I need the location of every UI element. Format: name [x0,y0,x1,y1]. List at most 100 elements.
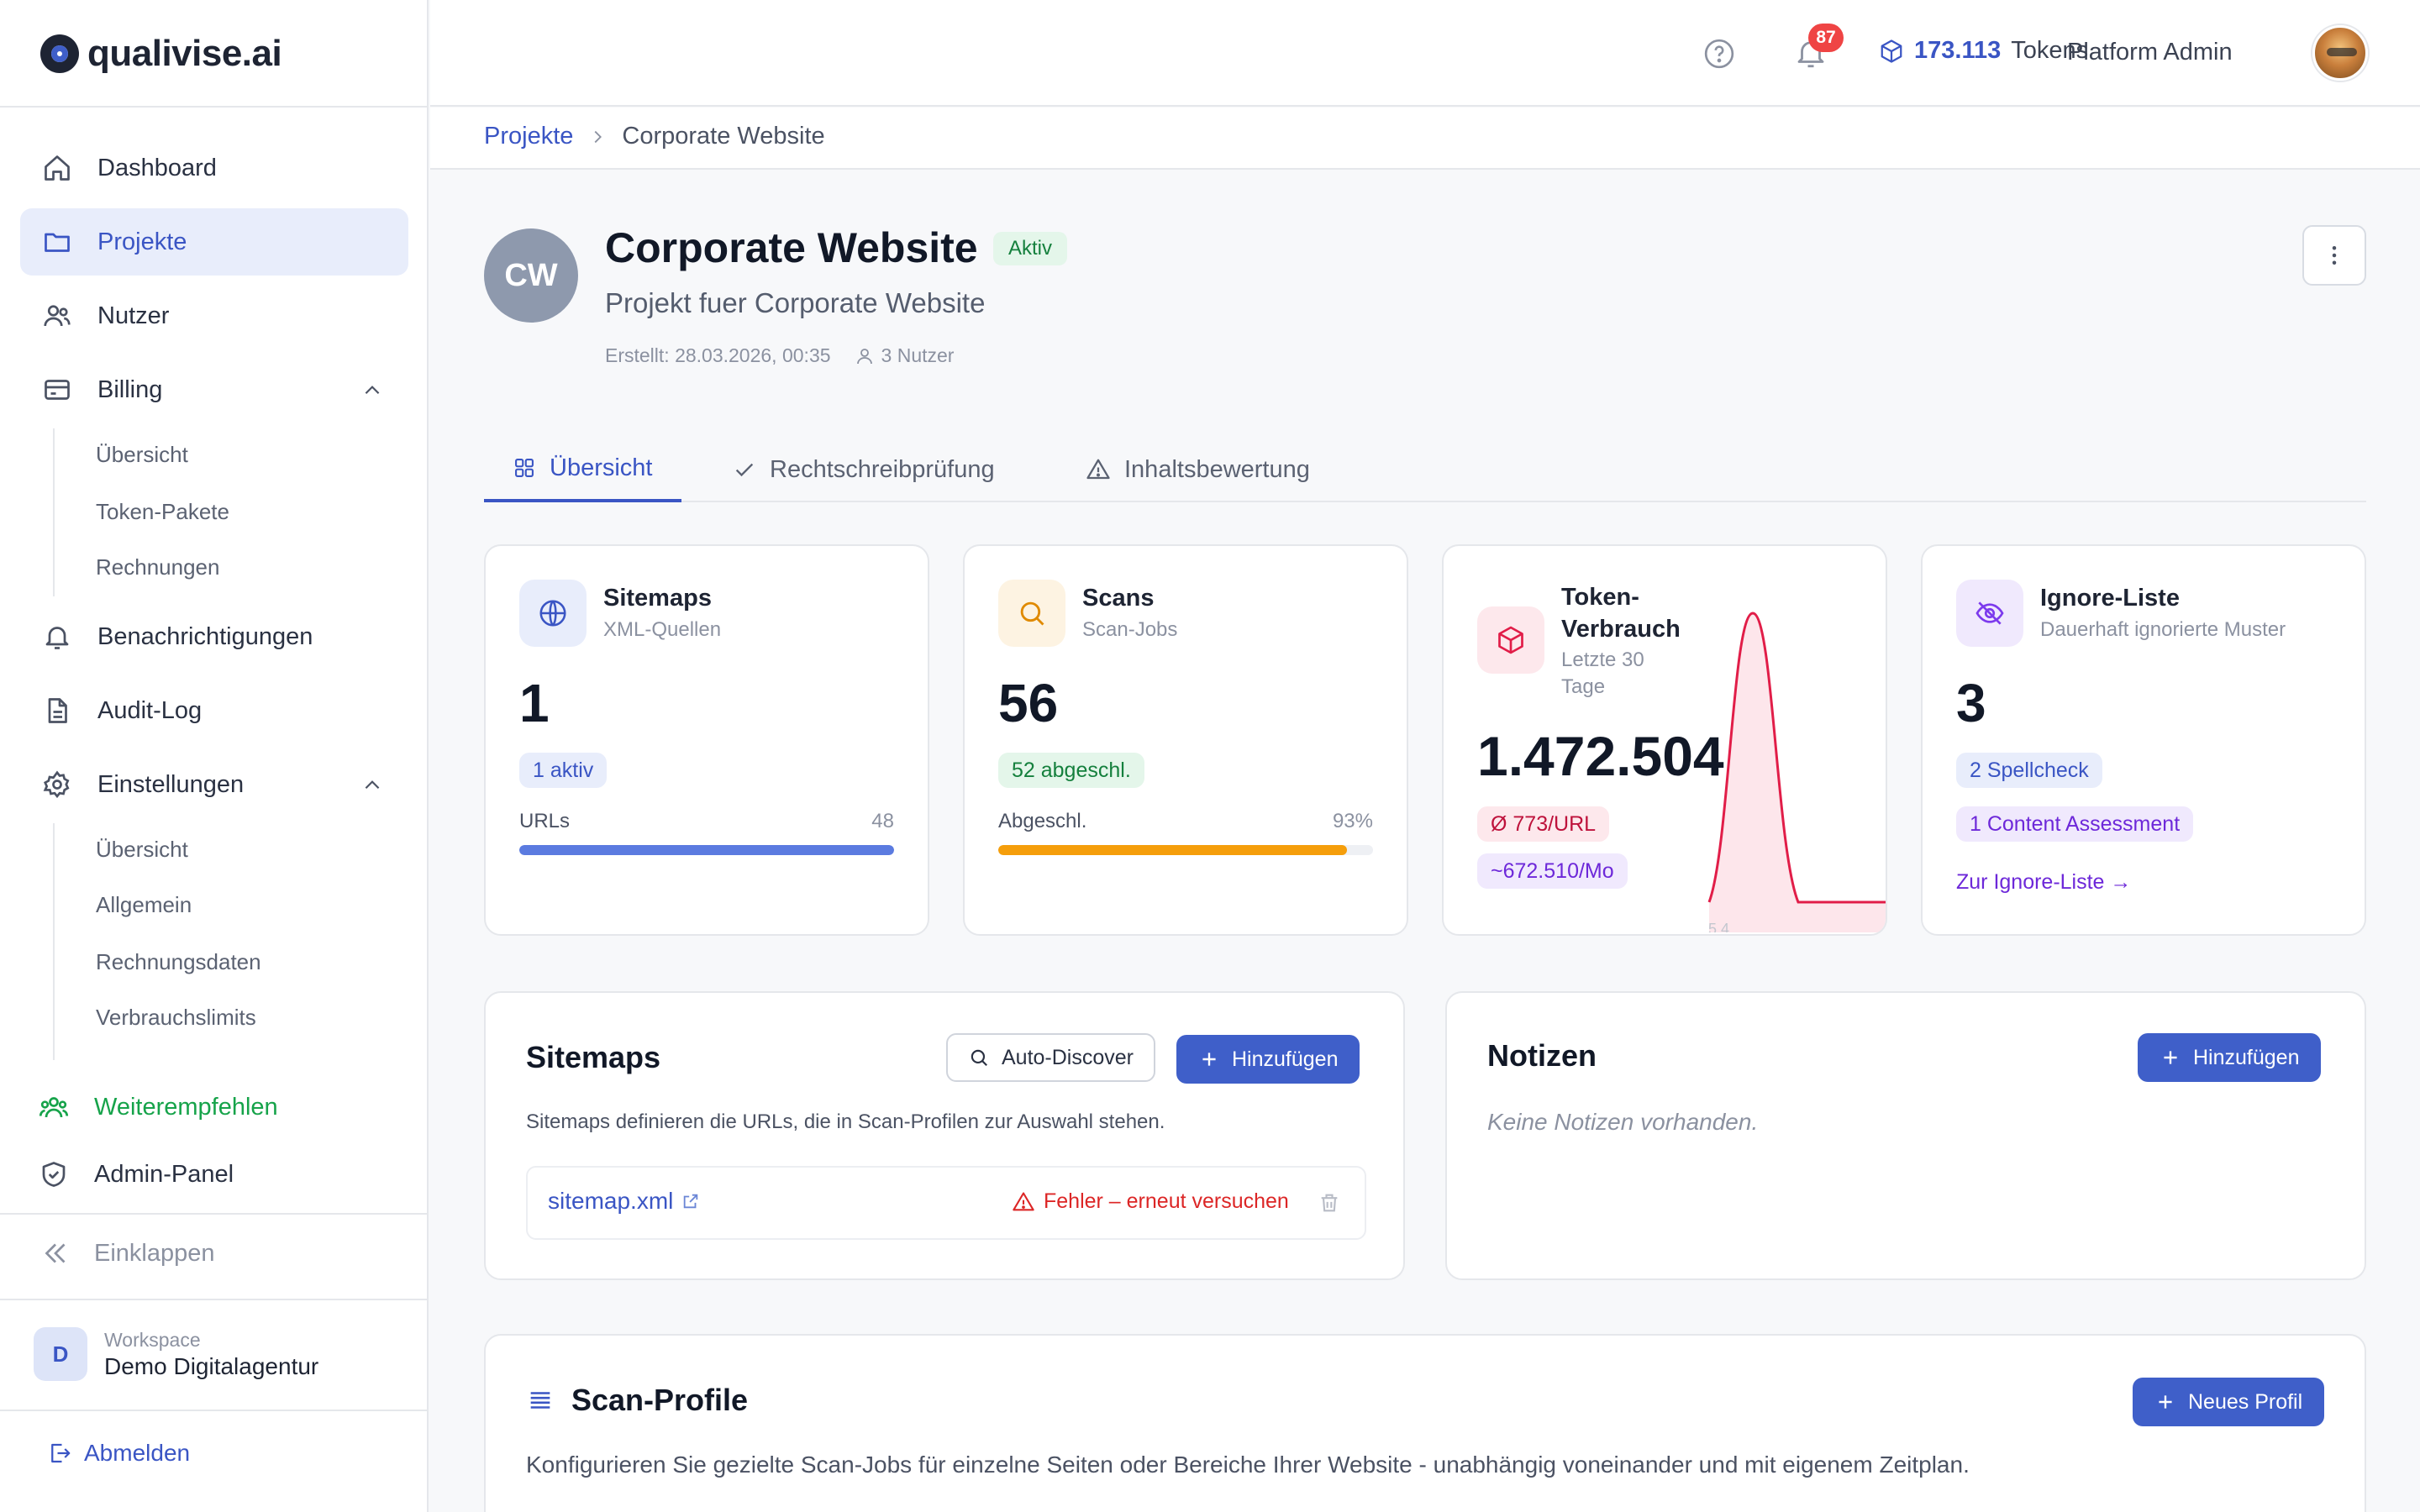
sidebar-item-dashboard[interactable]: Dashboard [20,134,408,202]
button-label: Hinzufügen [1232,1047,1339,1071]
stat-value: 56 [998,673,1059,733]
app-logo[interactable]: qualivise.ai [40,32,282,76]
stat-pill: 1 aktiv [519,753,608,788]
top-bar: 87 173.113 Tokens Platform Admin [430,0,2420,107]
sidebar-item-nutzer[interactable]: Nutzer [20,282,408,349]
new-profile-button[interactable]: Neues Profil [2133,1378,2325,1426]
sidebar-subitem-rechnungen[interactable]: Rechnungen [96,554,219,580]
stat-title-line: Verbrauch [1561,616,1681,643]
add-sitemap-button[interactable]: Hinzufügen [1176,1035,1360,1084]
progress-label: Abgeschl. [998,810,1087,832]
sitemap-link[interactable]: sitemap.xml [548,1188,700,1215]
tab-label: Rechtschreibprüfung [770,455,995,483]
stat-pill: 52 abgeschl. [998,753,1144,788]
logout-button[interactable]: Abmelden [47,1440,190,1467]
stat-card-sitemaps[interactable]: Sitemaps XML-Quellen 1 1 aktiv URLs 48 [484,544,929,936]
sidebar-item-einstellungen[interactable]: Einstellungen [20,751,408,818]
ignore-list-link[interactable]: Zur Ignore-Liste → [1956,870,2131,895]
tab-rechtschreibpruefung[interactable]: Rechtschreibprüfung [704,437,1023,502]
chevron-up-icon[interactable] [361,380,383,402]
workspace-switcher[interactable]: D Workspace Demo Digitalagentur [34,1327,318,1381]
sidebar-subitem-token-pakete[interactable]: Token-Pakete [96,499,229,525]
stat-title: Sitemaps [603,585,712,612]
project-meta: Erstellt: 28.03.2026, 00:35 3 Nutzer [605,344,954,367]
sidebar-item-label: Dashboard [97,154,217,181]
sidebar-item-billing[interactable]: Billing [20,356,408,423]
grid-icon [515,459,534,477]
section-description: Konfigurieren Sie gezielte Scan-Jobs für… [526,1452,1970,1478]
sitemap-row: sitemap.xml Fehler – erneut versuchen [526,1166,1366,1240]
sidebar-item-admin-panel[interactable]: Admin-Panel [20,1141,408,1208]
add-note-button[interactable]: Hinzufügen [2138,1033,2322,1082]
plus-icon [2159,1395,2172,1409]
scan-profiles-card: Scan-Profile Neues Profil Konfigurieren … [484,1334,2366,1512]
eye-off-icon [1956,580,2023,647]
chevron-up-icon[interactable] [361,774,383,796]
sidebar-subitem-settings-overview[interactable]: Übersicht [96,837,188,863]
user-avatar[interactable] [2312,25,2368,81]
progress-value: 48 [871,810,894,832]
search-icon [998,580,1065,647]
check-icon [735,463,754,477]
users-icon [40,299,74,333]
stat-card-token-verbrauch[interactable]: Token- Verbrauch Letzte 30 Tage So 5.4. … [1442,544,1887,936]
stat-pill: ~672.510/Mo [1477,853,1628,889]
stat-subtitle-line: Letzte 30 [1561,648,1644,671]
sidebar-subitem-allgemein[interactable]: Allgemein [96,892,192,918]
stat-card-ignore-liste[interactable]: Ignore-Liste Dauerhaft ignorierte Muster… [1921,544,2366,936]
sidebar-item-label: Einstellungen [97,770,245,798]
kebab-icon [2332,246,2337,265]
workspace-name: Demo Digitalagentur [104,1352,319,1379]
sitemap-retry-button[interactable]: Fehler – erneut versuchen [1012,1189,1289,1214]
help-icon[interactable] [1702,37,1736,71]
sidebar-item-label: Billing [97,375,163,403]
sitemaps-card: Sitemaps Auto-Discover Hinzufügen Sitema… [484,991,1405,1280]
stat-card-scans[interactable]: Scans Scan-Jobs 56 52 abgeschl. Abgeschl… [963,544,1408,936]
more-options-button[interactable] [2302,225,2366,286]
tab-label: Inhaltsbewertung [1124,455,1310,483]
sidebar-subitem-verbrauchslimits[interactable]: Verbrauchslimits [96,1005,256,1031]
sitemap-name: sitemap.xml [548,1188,674,1214]
chevrons-left-icon [45,1243,66,1263]
plus-icon [2164,1051,2177,1064]
cube-icon [1477,606,1544,674]
token-usage-chart: So 5.4. [1704,612,1886,932]
submenu-line [53,823,55,1060]
button-label: Hinzufügen [2193,1045,2300,1069]
home-icon [40,151,74,185]
user-name[interactable]: Platform Admin [2067,39,2233,66]
token-balance[interactable]: 173.113 Tokens [1879,37,2088,65]
logo-mark-icon [40,34,79,73]
stat-title: Token- Verbrauch [1561,581,1681,645]
search-icon [971,1049,987,1066]
tab-inhaltsbewertung[interactable]: Inhaltsbewertung [1057,437,1339,502]
sidebar-subitem-rechnungsdaten[interactable]: Rechnungsdaten [96,949,261,975]
divider [0,1213,429,1215]
sitemap-status: Fehler – erneut versuchen [1044,1189,1289,1213]
breadcrumb: Projekte Corporate Website [484,123,825,150]
section-header: Scan-Profile [526,1383,748,1418]
shield-icon [37,1158,71,1191]
sidebar-item-audit-log[interactable]: Audit-Log [20,677,408,744]
file-icon [40,694,74,727]
breadcrumb-link-projekte[interactable]: Projekte [484,123,573,150]
folder-icon [40,225,74,259]
progress-fill [998,845,1347,855]
sidebar-subitem-billing-overview[interactable]: Übersicht [96,442,188,468]
auto-discover-button[interactable]: Auto-Discover [946,1033,1155,1082]
trash-icon[interactable] [1318,1191,1341,1215]
sidebar-item-projekte[interactable]: Projekte [20,208,408,276]
sidebar-item-weiterempfehlen[interactable]: Weiterempfehlen [20,1074,408,1141]
warning-icon [1013,1191,1034,1210]
status-badge: Aktiv [993,232,1068,265]
sidebar-item-benachrichtigungen[interactable]: Benachrichtigungen [20,603,408,670]
chevron-right-icon [594,130,602,143]
page-title: Corporate Website [605,224,978,271]
user-icon [856,348,872,364]
collapse-button[interactable]: Einklappen [40,1238,215,1268]
tab-uebersicht[interactable]: Übersicht [484,437,681,502]
bell-icon [40,620,74,654]
list-icon [530,1392,550,1409]
globe-icon [519,580,587,647]
button-label: Neues Profil [2188,1389,2303,1414]
